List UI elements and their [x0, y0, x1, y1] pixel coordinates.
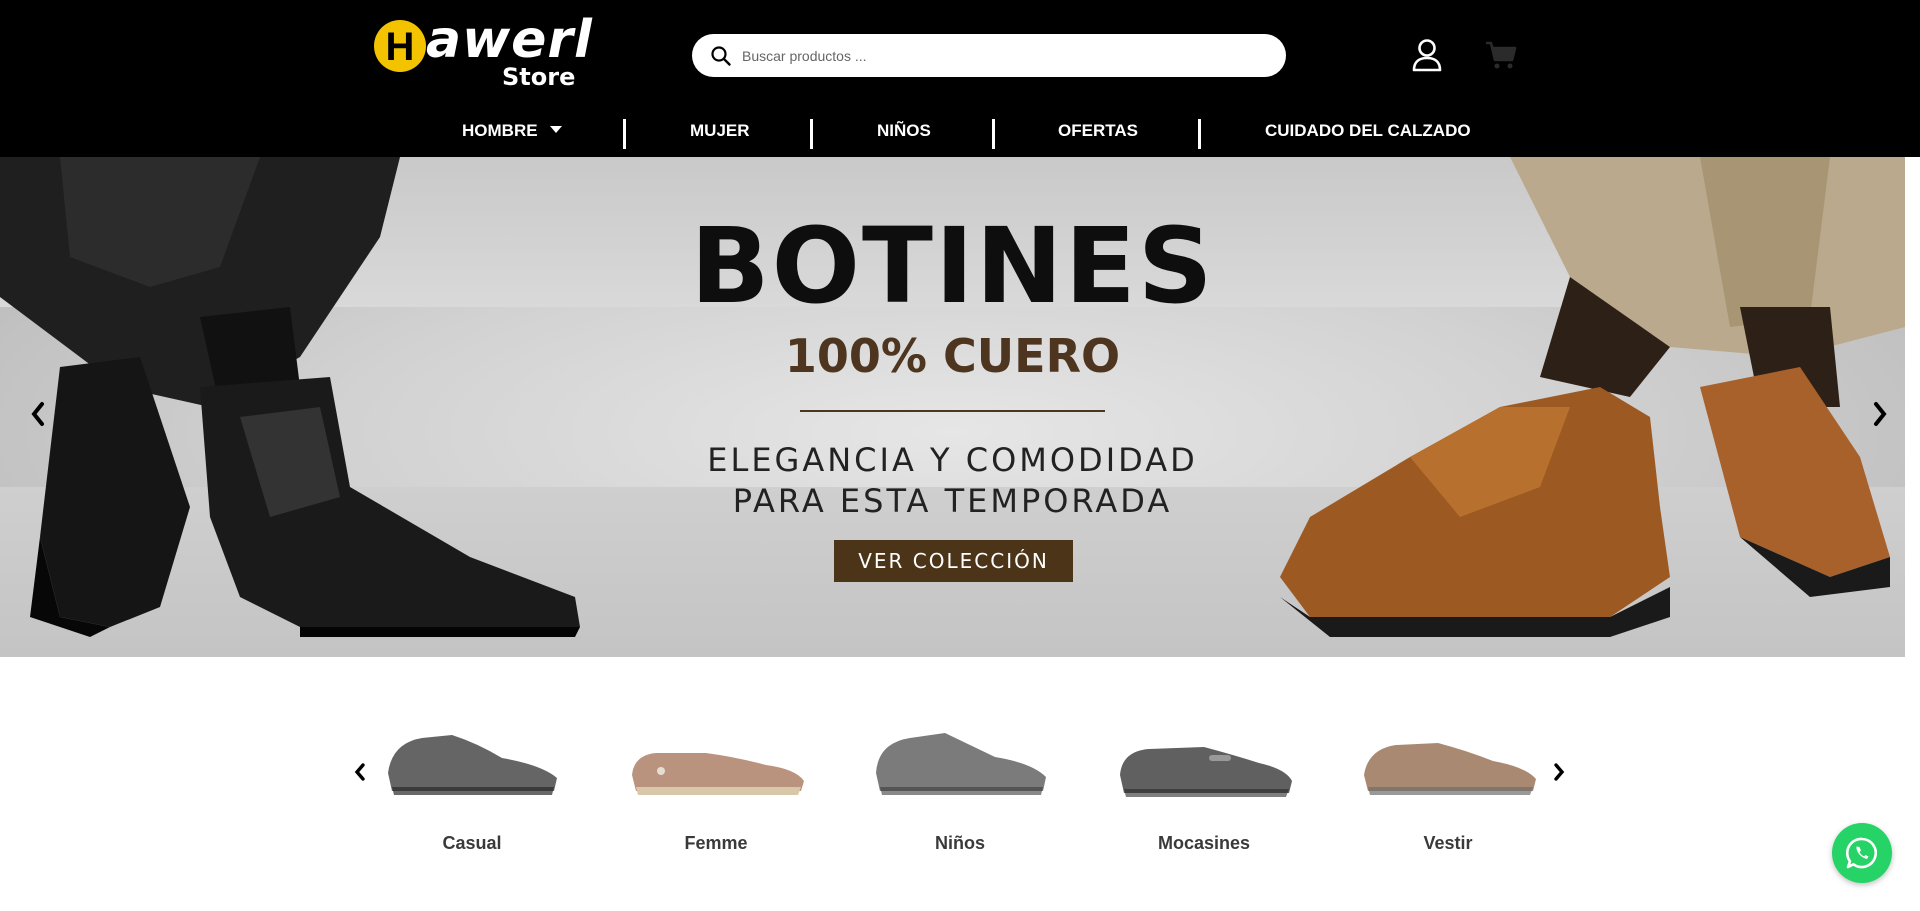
- chevron-right-icon[interactable]: [1870, 400, 1890, 428]
- category-label: Vestir: [1423, 833, 1473, 853]
- category-casual[interactable]: Casual: [372, 713, 572, 863]
- ver-coleccion-button[interactable]: VER COLECCIÓN: [834, 540, 1073, 582]
- category-label: Niños: [934, 833, 985, 853]
- category-femme[interactable]: Femme: [616, 713, 816, 863]
- shoe-image: [632, 753, 804, 795]
- logo-subtitle: Store: [502, 63, 576, 91]
- category-mocasines[interactable]: Mocasines: [1104, 713, 1304, 863]
- site-header: H awerl Store HOMBRE MUJER NIÑOS OFERTAS…: [0, 0, 1920, 157]
- chevron-right-icon[interactable]: [1551, 761, 1567, 783]
- search-input[interactable]: [742, 42, 1262, 69]
- chevron-left-icon[interactable]: [352, 761, 368, 783]
- user-icon[interactable]: [1411, 38, 1443, 72]
- nav-divider: [992, 119, 995, 149]
- shoe-image: [388, 735, 557, 795]
- shoe-image: [1364, 743, 1536, 795]
- logo-initial: H: [385, 25, 415, 69]
- nav-divider: [810, 119, 813, 149]
- whatsapp-icon: [1845, 837, 1878, 869]
- brand-logo[interactable]: H awerl Store: [374, 10, 592, 92]
- whatsapp-button[interactable]: [1832, 823, 1892, 883]
- hero-divider: [800, 410, 1105, 412]
- search-icon[interactable]: [709, 44, 733, 68]
- hero-tagline-1: ELEGANCIA Y COMODIDAD: [707, 441, 1198, 479]
- nav-item-mujer[interactable]: MUJER: [690, 121, 750, 145]
- nav-item-hombre[interactable]: HOMBRE: [462, 121, 562, 145]
- nav-divider: [623, 119, 626, 149]
- category-vestir[interactable]: Vestir: [1348, 713, 1548, 863]
- category-label: Femme: [684, 833, 748, 853]
- category-carousel: Casual Femme Niños Mocasines Vestir: [0, 657, 1920, 911]
- main-nav: HOMBRE MUJER NIÑOS OFERTAS CUIDADO DEL C…: [0, 115, 1920, 151]
- hero-title: BOTINES: [690, 205, 1215, 327]
- chevron-down-icon[interactable]: [549, 126, 562, 134]
- category-label: Mocasines: [1157, 833, 1251, 853]
- logo-wordmark: awerl: [426, 10, 593, 70]
- chevron-left-icon[interactable]: [28, 400, 48, 428]
- nav-item-ofertas[interactable]: OFERTAS: [1058, 121, 1138, 145]
- hero-subtitle: 100% CUERO: [784, 329, 1121, 383]
- nav-item-label: HOMBRE: [462, 121, 538, 140]
- nav-item-ninos[interactable]: NIÑOS: [877, 121, 931, 145]
- cart-icon[interactable]: [1485, 40, 1517, 70]
- category-ninos[interactable]: Niños: [860, 713, 1060, 863]
- nav-divider: [1198, 119, 1201, 149]
- category-label: Casual: [442, 833, 502, 853]
- search-bar: [692, 34, 1286, 77]
- shoe-image: [876, 733, 1046, 795]
- shoe-image: [1120, 747, 1292, 797]
- nav-item-cuidado-del-calzado[interactable]: CUIDADO DEL CALZADO: [1265, 121, 1471, 145]
- hero-banner[interactable]: BOTINES 100% CUERO ELEGANCIA Y COMODIDAD…: [0, 157, 1905, 657]
- hero-tagline-2: PARA ESTA TEMPORADA: [732, 482, 1173, 520]
